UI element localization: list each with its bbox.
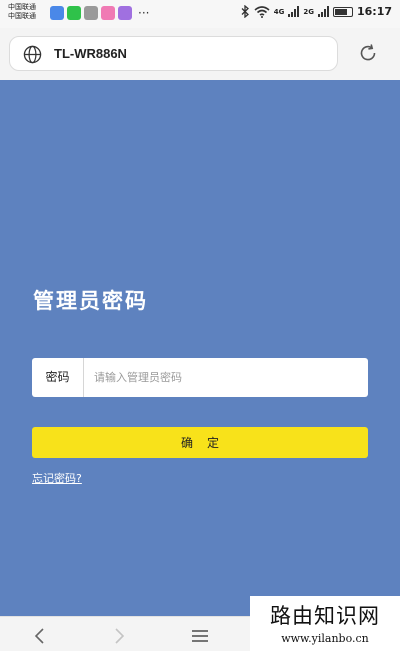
browser-toolbar: TL-WR886N <box>0 28 400 80</box>
network-type-2: 2G <box>303 7 314 16</box>
app-notification-icon <box>50 6 64 20</box>
gallery-icon <box>84 6 98 20</box>
forgot-password-link[interactable]: 忘记密码? <box>32 470 82 486</box>
carrier-info: 中国联通 中国联通 <box>8 3 36 21</box>
page-title: 管理员密码 <box>33 288 148 313</box>
password-label: 密码 <box>32 358 84 397</box>
wifi-icon <box>254 5 270 18</box>
watermark-title: 路由知识网 <box>270 604 380 628</box>
carrier-2: 中国联通 <box>8 12 36 20</box>
signal-icon <box>288 6 300 17</box>
status-indicators: 4G 2G 16:17 <box>241 5 392 18</box>
url-text: TL-WR886N <box>54 46 127 61</box>
watermark: 路由知识网 www.yilanbo.cn <box>250 596 400 651</box>
password-field-group: 密码 <box>32 358 368 397</box>
network-type-1: 4G <box>273 7 285 16</box>
confirm-button[interactable]: 确定 <box>32 427 368 458</box>
back-icon[interactable] <box>33 628 47 644</box>
app-notification-icon <box>101 6 115 20</box>
reload-icon[interactable] <box>358 43 378 63</box>
carrier-1: 中国联通 <box>8 3 36 11</box>
menu-icon[interactable] <box>191 629 209 643</box>
globe-icon <box>23 45 42 64</box>
battery-icon <box>332 6 353 17</box>
status-bar: 中国联通 中国联通 ··· 4G 2G 16:17 <box>0 0 400 28</box>
app-notification-icon <box>118 6 132 20</box>
clock: 16:17 <box>356 5 392 18</box>
wechat-icon <box>67 6 81 20</box>
forward-icon[interactable] <box>112 628 126 644</box>
watermark-url: www.yilanbo.cn <box>281 632 369 645</box>
password-input[interactable] <box>84 358 368 397</box>
bluetooth-icon <box>241 5 249 18</box>
address-bar[interactable]: TL-WR886N <box>9 36 338 71</box>
notification-icons: ··· <box>50 6 149 20</box>
login-panel: 管理员密码 密码 确定 忘记密码? <box>0 80 400 616</box>
signal-icon <box>317 6 329 17</box>
more-notifications-icon: ··· <box>138 6 150 20</box>
